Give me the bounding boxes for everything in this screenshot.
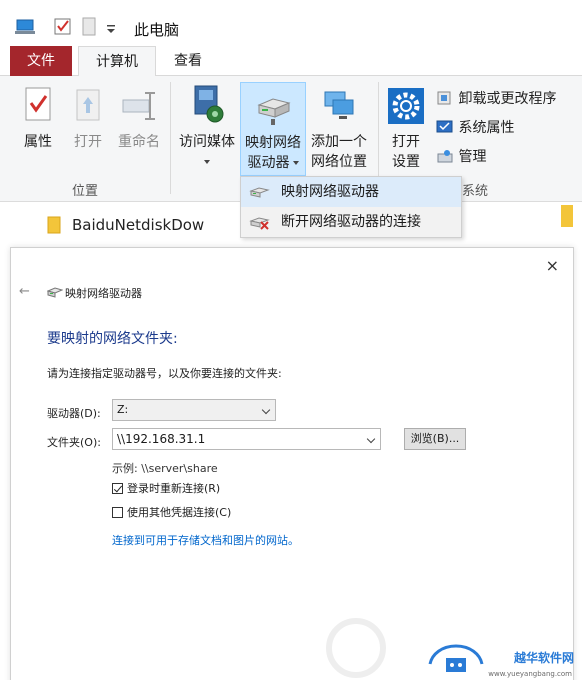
media-icon — [194, 85, 224, 123]
example-text: 示例: \\server\share — [112, 462, 218, 475]
open-settings-label-1: 打开 — [392, 134, 420, 150]
close-button[interactable]: × — [546, 256, 559, 275]
system-group-label: 系统 — [462, 184, 489, 199]
checkbox-icon[interactable] — [54, 18, 72, 36]
menu-item-label: 断开网络驱动器的连接 — [281, 214, 421, 230]
network-drive-icon — [249, 187, 270, 198]
uninstall-icon — [437, 91, 451, 105]
new-folder-icon[interactable] — [82, 17, 96, 37]
rename-button[interactable]: 重命名 — [114, 86, 164, 152]
dialog-title: 映射网络驱动器 — [65, 287, 142, 300]
system-properties-label: 系统属性 — [458, 120, 515, 136]
folder-icon — [47, 216, 61, 234]
other-credentials-label: 使用其他凭据连接(C) — [127, 506, 232, 519]
other-credentials-checkbox[interactable]: 使用其他凭据连接(C) — [112, 506, 231, 520]
map-drive-dropdown-menu: 映射网络驱动器 断开网络驱动器的连接 — [240, 176, 462, 238]
properties-icon — [25, 87, 51, 121]
drive-label: 驱动器(D): — [47, 407, 101, 420]
add-location-label-2: 网络位置 — [311, 154, 367, 170]
map-drive-label-text: 驱动器 — [247, 155, 290, 171]
open-button[interactable]: 打开 — [66, 86, 110, 152]
dialog-heading: 要映射的网络文件夹: — [47, 331, 178, 347]
dialog-description: 请为连接指定驱动器号，以及你要连接的文件夹: — [47, 367, 282, 380]
access-media-label: 访问媒体 — [179, 134, 235, 150]
open-settings-label-2: 设置 — [392, 154, 420, 170]
tab-file[interactable]: 文件 — [10, 46, 72, 76]
browse-button[interactable]: 浏览(B)... — [404, 428, 466, 450]
ribbon-tabs: 文件 计算机 查看 — [0, 46, 582, 77]
watermark-ring — [326, 618, 386, 678]
system-properties-icon — [436, 120, 453, 133]
customize-dropdown-icon[interactable] — [106, 24, 116, 34]
open-icon — [76, 89, 100, 121]
watermark-logo — [428, 644, 484, 672]
watermark-text: 越华软件网 — [513, 651, 574, 665]
chevron-down-icon — [261, 405, 271, 415]
folder-input[interactable]: \\192.168.31.1 — [112, 428, 381, 450]
drive-select[interactable]: Z: — [112, 399, 276, 421]
reconnect-label: 登录时重新连接(R) — [127, 482, 221, 495]
quick-access-toolbar: 此电脑 — [0, 0, 582, 46]
rename-icon — [122, 92, 155, 120]
checkbox-checked[interactable] — [112, 483, 123, 494]
access-media-button[interactable]: 访问媒体 — [174, 84, 240, 172]
folder-label: 文件夹(O): — [47, 436, 101, 449]
manage-label: 管理 — [458, 149, 487, 165]
add-location-label-1: 添加一个 — [311, 134, 367, 150]
group-separator — [170, 82, 171, 194]
map-network-drive-button[interactable]: 映射网络 驱动器 — [240, 82, 306, 176]
access-media-caret — [204, 160, 210, 164]
open-settings-button[interactable]: 打开 设置 — [384, 86, 428, 172]
computer-icon[interactable] — [14, 18, 36, 36]
map-drive-label-2: 驱动器 — [241, 153, 305, 173]
map-drive-caret — [292, 161, 299, 165]
open-label: 打开 — [74, 134, 102, 150]
reconnect-checkbox[interactable]: 登录时重新连接(R) — [112, 482, 220, 496]
network-location-icon — [324, 91, 354, 119]
network-drive-icon — [47, 287, 63, 298]
storage-website-link[interactable]: 连接到可用于存储文档和图片的网站。 — [112, 532, 299, 548]
menu-item-label: 映射网络驱动器 — [281, 184, 379, 200]
map-network-drive-dialog: × ← 映射网络驱动器 要映射的网络文件夹: 请为连接指定驱动器号，以及你要连接… — [10, 247, 574, 680]
properties-label: 属性 — [24, 134, 52, 150]
uninstall-program-button[interactable]: 卸载或更改程序 — [436, 88, 556, 110]
tab-computer[interactable]: 计算机 — [78, 46, 156, 77]
drive-select-value: Z: — [117, 403, 129, 416]
system-properties-button[interactable]: 系统属性 — [436, 117, 514, 139]
uninstall-label: 卸载或更改程序 — [458, 91, 557, 107]
list-item[interactable]: BaiduNetdiskDow — [72, 216, 204, 234]
back-arrow-icon[interactable]: ← — [19, 284, 30, 299]
manage-icon — [437, 150, 453, 163]
disconnect-drive-icon — [249, 217, 270, 230]
map-drive-label-1: 映射网络 — [245, 135, 301, 151]
window-title: 此电脑 — [134, 21, 180, 39]
properties-button[interactable]: 属性 — [16, 86, 60, 152]
rename-label: 重命名 — [118, 134, 160, 150]
settings-gear-icon — [388, 88, 424, 124]
tab-view[interactable]: 查看 — [162, 46, 214, 76]
folder-icon — [561, 205, 573, 227]
chevron-down-icon[interactable] — [366, 434, 376, 444]
network-drive-icon — [257, 98, 291, 125]
menu-item-disconnect-drive[interactable]: 断开网络驱动器的连接 — [241, 207, 461, 237]
checkbox-unchecked[interactable] — [112, 507, 123, 518]
location-group-label: 位置 — [72, 184, 99, 199]
manage-button[interactable]: 管理 — [436, 146, 486, 168]
folder-input-value: \\192.168.31.1 — [117, 432, 206, 446]
watermark-url: www.yueyangbang.com — [488, 670, 572, 678]
add-network-location-button[interactable]: 添加一个 网络位置 — [306, 86, 372, 172]
menu-item-map-drive[interactable]: 映射网络驱动器 — [241, 177, 461, 207]
